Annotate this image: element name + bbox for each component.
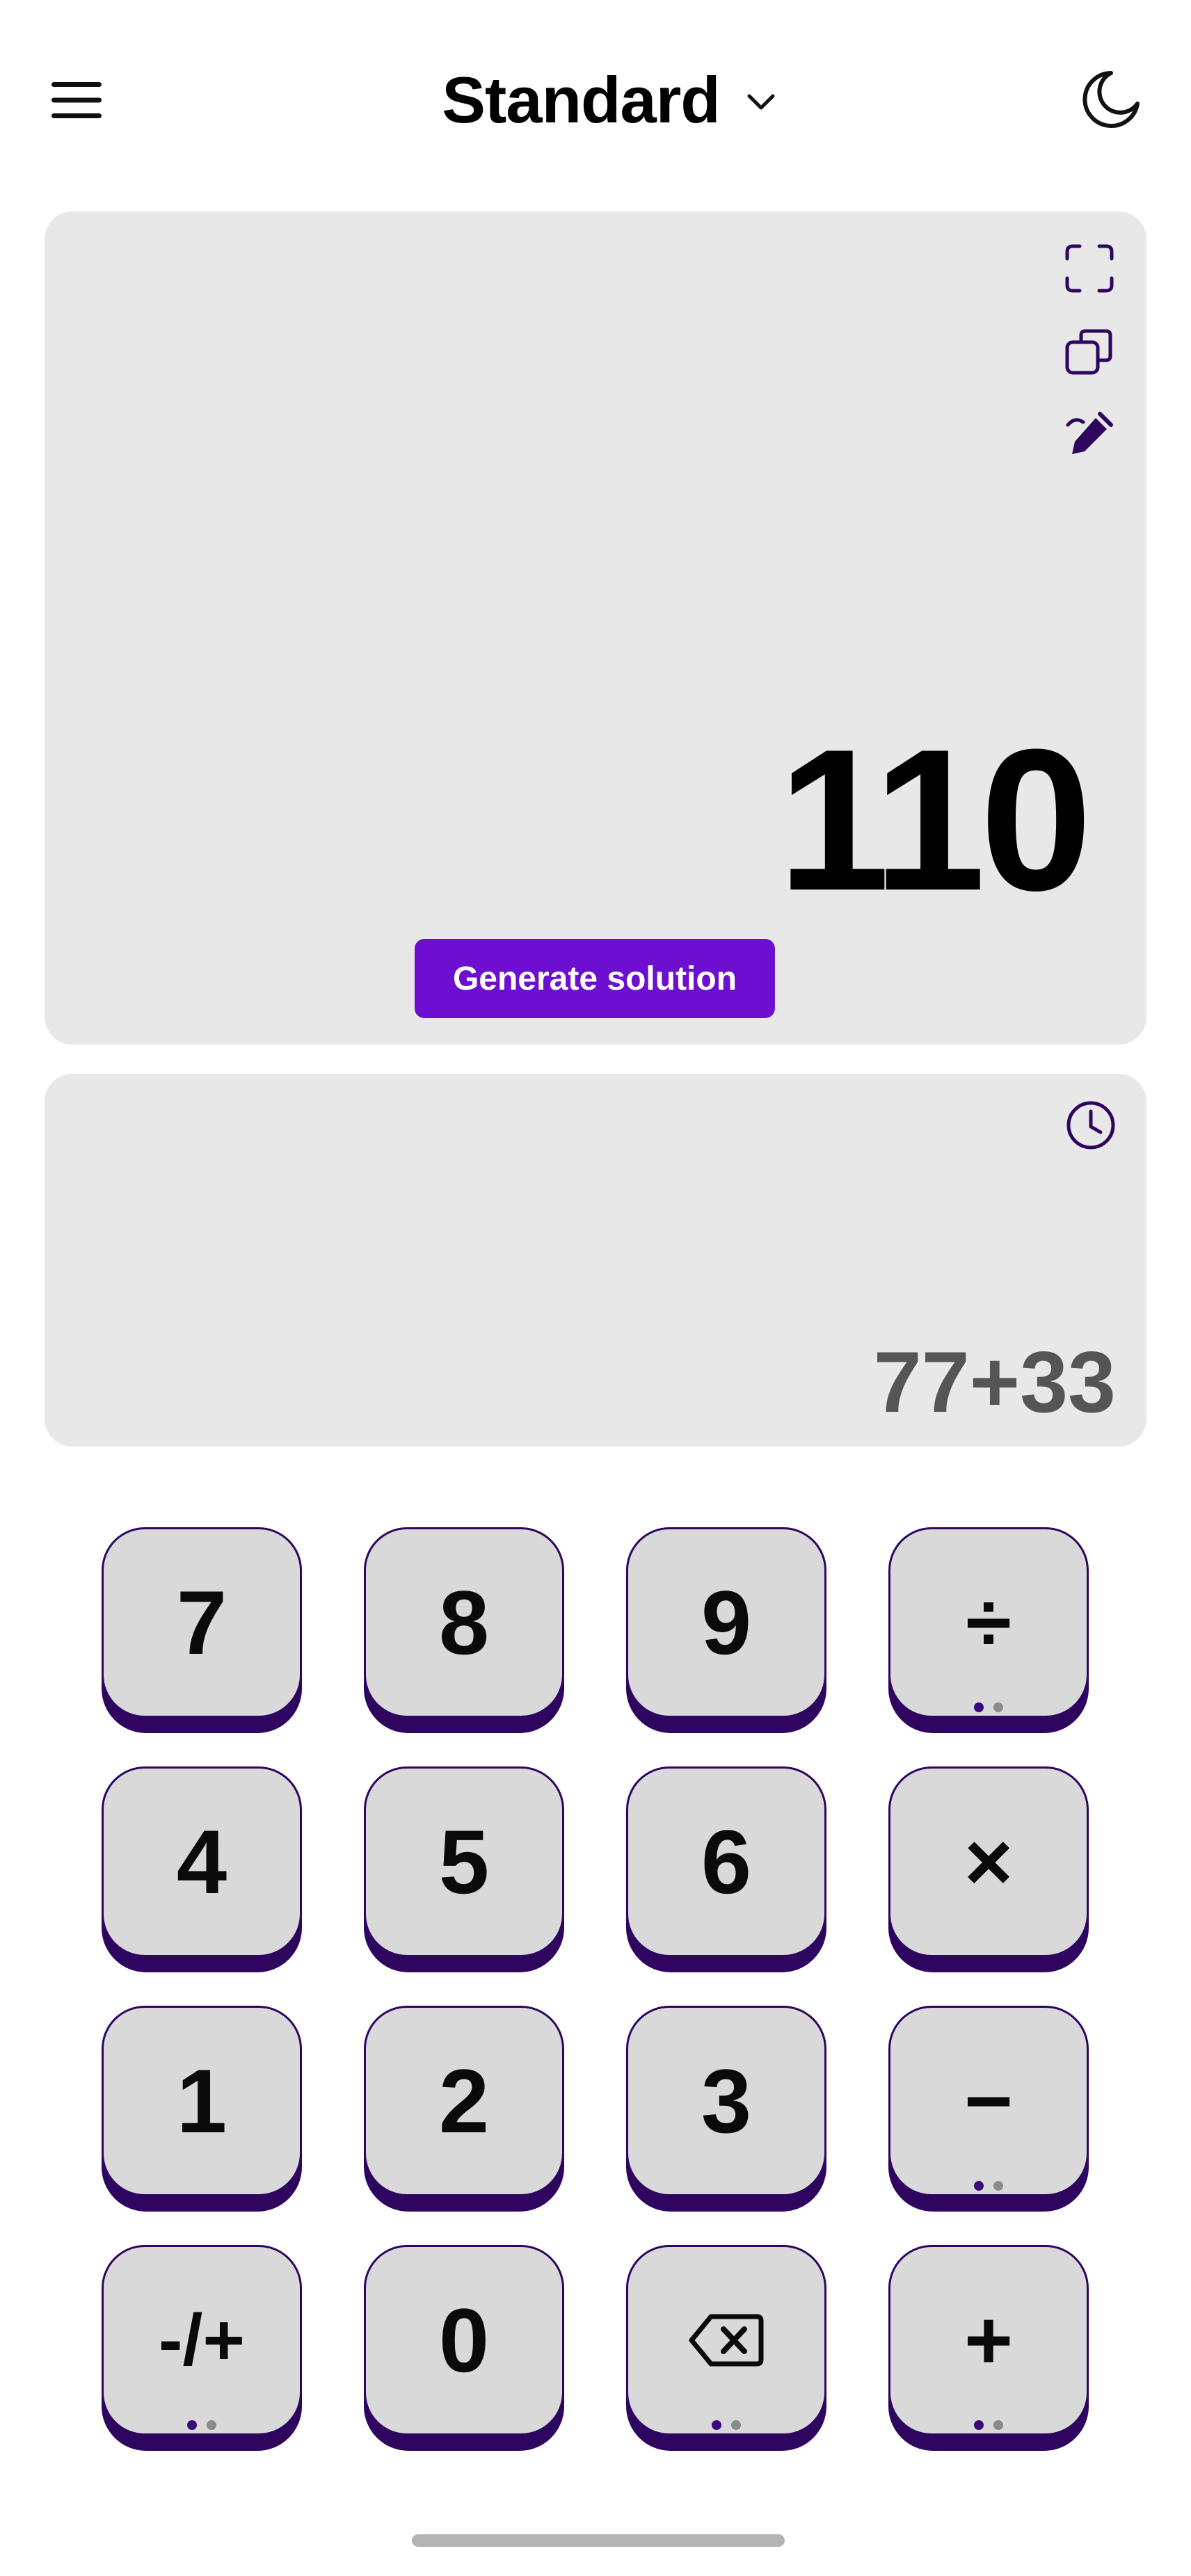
edit-button[interactable] <box>1062 408 1117 463</box>
mode-selector[interactable]: Standard <box>0 63 1191 136</box>
key-negate[interactable]: -/+ <box>102 2245 302 2451</box>
key-dots <box>626 2420 826 2430</box>
key-3[interactable]: 3 <box>626 2006 826 2212</box>
app-header: Standard <box>0 0 1191 202</box>
key-label: 7 <box>102 1527 302 1718</box>
history-display: 77+33 <box>45 1074 1146 1447</box>
key-add[interactable]: + <box>888 2245 1089 2451</box>
fullscreen-icon <box>1065 244 1114 293</box>
key-5[interactable]: 5 <box>364 1766 564 1972</box>
key-label: 9 <box>626 1527 826 1718</box>
key-label: + <box>888 2245 1089 2436</box>
key-dots <box>102 2420 302 2430</box>
key-1[interactable]: 1 <box>102 2006 302 2212</box>
key-label: ÷ <box>888 1527 1089 1718</box>
key-7[interactable]: 7 <box>102 1527 302 1733</box>
key-2[interactable]: 2 <box>364 2006 564 2212</box>
generate-solution-button[interactable]: Generate solution <box>415 939 775 1018</box>
key-subtract[interactable]: − <box>888 2006 1089 2212</box>
key-4[interactable]: 4 <box>102 1766 302 1972</box>
key-label: 8 <box>364 1527 564 1718</box>
result-value: 110 <box>778 707 1092 933</box>
key-8[interactable]: 8 <box>364 1527 564 1733</box>
key-label: 0 <box>364 2245 564 2436</box>
fullscreen-button[interactable] <box>1062 241 1117 296</box>
key-backspace[interactable] <box>626 2245 826 2451</box>
key-dots <box>888 2420 1089 2430</box>
edit-icon <box>1066 412 1113 454</box>
key-face <box>626 2245 826 2436</box>
key-label: − <box>888 2006 1089 2196</box>
copy-icon <box>1065 329 1112 375</box>
key-dots <box>888 1702 1089 1712</box>
key-multiply[interactable]: × <box>888 1766 1089 1972</box>
key-label: × <box>888 1766 1089 1957</box>
key-0[interactable]: 0 <box>364 2245 564 2451</box>
history-expression: 77+33 <box>873 1335 1116 1431</box>
clock-icon <box>1066 1101 1115 1150</box>
copy-button[interactable] <box>1062 324 1117 380</box>
key-label: -/+ <box>102 2245 302 2436</box>
backspace-icon <box>689 2314 764 2367</box>
theme-toggle-button[interactable] <box>1077 67 1144 134</box>
key-9[interactable]: 9 <box>626 1527 826 1733</box>
chevron-down-icon <box>747 94 775 110</box>
home-indicator[interactable] <box>412 2534 785 2547</box>
keypad: 7 8 9 ÷ 4 5 6 × 1 2 3 − -/+ 0 + <box>102 1527 1089 2452</box>
key-dots <box>888 2181 1089 2191</box>
history-button[interactable] <box>1063 1097 1119 1153</box>
key-label: 6 <box>626 1766 826 1957</box>
key-divide[interactable]: ÷ <box>888 1527 1089 1733</box>
key-label: 1 <box>102 2006 302 2196</box>
page-title: Standard <box>442 63 720 136</box>
key-label: 2 <box>364 2006 564 2196</box>
key-label: 4 <box>102 1766 302 1957</box>
key-label: 5 <box>364 1766 564 1957</box>
key-6[interactable]: 6 <box>626 1766 826 1972</box>
result-display: 110 Generate solution <box>45 211 1146 1045</box>
moon-icon <box>1082 71 1140 128</box>
key-label: 3 <box>626 2006 826 2196</box>
